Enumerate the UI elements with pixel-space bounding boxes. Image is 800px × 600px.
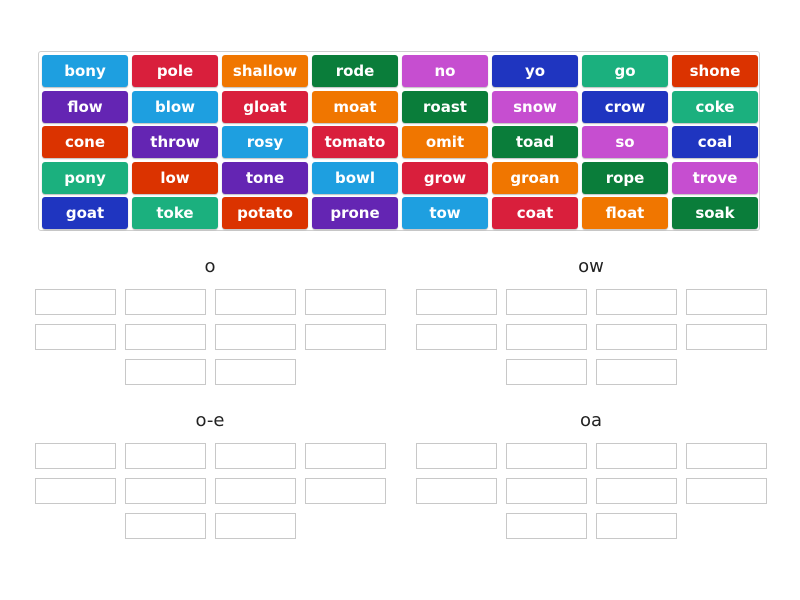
word-tile[interactable]: potato [222,197,308,229]
drop-slot[interactable] [214,513,296,539]
drop-slot[interactable] [505,359,587,385]
word-tile[interactable]: toke [132,197,218,229]
drop-slot[interactable] [214,478,296,504]
drop-slot[interactable] [505,289,587,315]
word-tile[interactable]: pole [132,55,218,87]
word-tile[interactable]: prone [312,197,398,229]
drop-slot[interactable] [34,443,116,469]
drop-slot[interactable] [214,359,296,385]
drop-slot[interactable] [124,359,206,385]
word-tile[interactable]: shone [672,55,758,87]
word-tile[interactable]: tow [402,197,488,229]
word-tile[interactable]: tone [222,161,308,194]
word-tile[interactable]: blow [132,90,218,123]
drop-slot[interactable] [124,324,206,350]
drop-slot[interactable] [214,289,296,315]
word-tile[interactable]: toad [492,126,578,158]
drop-slot[interactable] [685,289,767,315]
drop-slot[interactable] [34,478,116,504]
word-tile[interactable]: bowl [312,161,398,194]
word-tile[interactable]: throw [132,126,218,158]
word-tile[interactable]: soak [672,197,758,229]
word-tile[interactable]: flow [42,90,128,123]
drop-zone-slots [415,443,767,539]
drop-slot[interactable] [505,324,587,350]
drop-slot[interactable] [214,324,296,350]
drop-slot[interactable] [124,478,206,504]
word-tile[interactable]: crow [582,90,668,123]
drop-slot[interactable] [304,324,386,350]
word-tile[interactable]: groan [492,161,578,194]
group-title: ow [578,256,604,277]
drop-zone-slots [34,289,386,385]
drop-slot[interactable] [595,359,677,385]
word-tile[interactable]: go [582,55,668,87]
drop-slot[interactable] [595,443,677,469]
drop-slot[interactable] [505,478,587,504]
word-tile[interactable]: goat [42,197,128,229]
drop-slot[interactable] [304,478,386,504]
drop-slot[interactable] [304,289,386,315]
word-tile[interactable]: shallow [222,55,308,87]
drop-slot[interactable] [124,513,206,539]
word-tile-board: bony pole shallow rode no yo go shone flow blow gl… [38,51,760,231]
drop-slot[interactable] [124,443,206,469]
word-tile[interactable]: low [132,161,218,194]
group-title: o [204,256,216,277]
group-title: o-e [195,410,225,431]
word-tile[interactable]: so [582,126,668,158]
word-tile[interactable]: moat [312,90,398,123]
drop-slot[interactable] [685,478,767,504]
drop-zone-slots [415,289,767,385]
drop-slot[interactable] [685,443,767,469]
drop-slot[interactable] [505,513,587,539]
drop-slot[interactable] [124,289,206,315]
drop-slot[interactable] [34,289,116,315]
drop-slot[interactable] [595,478,677,504]
word-tile[interactable]: no [402,55,488,87]
drop-slot[interactable] [595,324,677,350]
word-tile[interactable]: omit [402,126,488,158]
word-tile[interactable]: coke [672,90,758,123]
drop-slot[interactable] [415,478,497,504]
group-ow: ow [415,254,767,385]
word-tile[interactable]: rope [582,161,668,194]
word-tile[interactable]: gloat [222,90,308,123]
drop-slot[interactable] [304,443,386,469]
word-tile[interactable]: bony [42,55,128,87]
word-tile[interactable]: yo [492,55,578,87]
drop-zone-slots [34,443,386,539]
word-tile[interactable]: coal [672,126,758,158]
word-tile[interactable]: tomato [312,126,398,158]
word-tile[interactable]: rode [312,55,398,87]
drop-slot[interactable] [595,289,677,315]
word-tile[interactable]: float [582,197,668,229]
group-oa: oa [415,408,767,539]
word-tile[interactable]: trove [672,161,758,194]
word-tile[interactable]: roast [402,90,488,123]
word-tile[interactable]: snow [492,90,578,123]
drop-slot[interactable] [214,443,296,469]
word-tile[interactable]: cone [42,126,128,158]
drop-slot[interactable] [685,324,767,350]
drop-slot[interactable] [415,289,497,315]
drop-slot[interactable] [415,443,497,469]
group-o-e: o-e [34,408,386,539]
word-tile[interactable]: grow [402,161,488,194]
drop-slot[interactable] [505,443,587,469]
drop-slot[interactable] [34,324,116,350]
word-tile[interactable]: coat [492,197,578,229]
drop-slot[interactable] [415,324,497,350]
group-o: o [34,254,386,385]
word-tile[interactable]: pony [42,161,128,194]
word-tile[interactable]: rosy [222,126,308,158]
drop-slot[interactable] [595,513,677,539]
group-title: oa [579,410,603,431]
